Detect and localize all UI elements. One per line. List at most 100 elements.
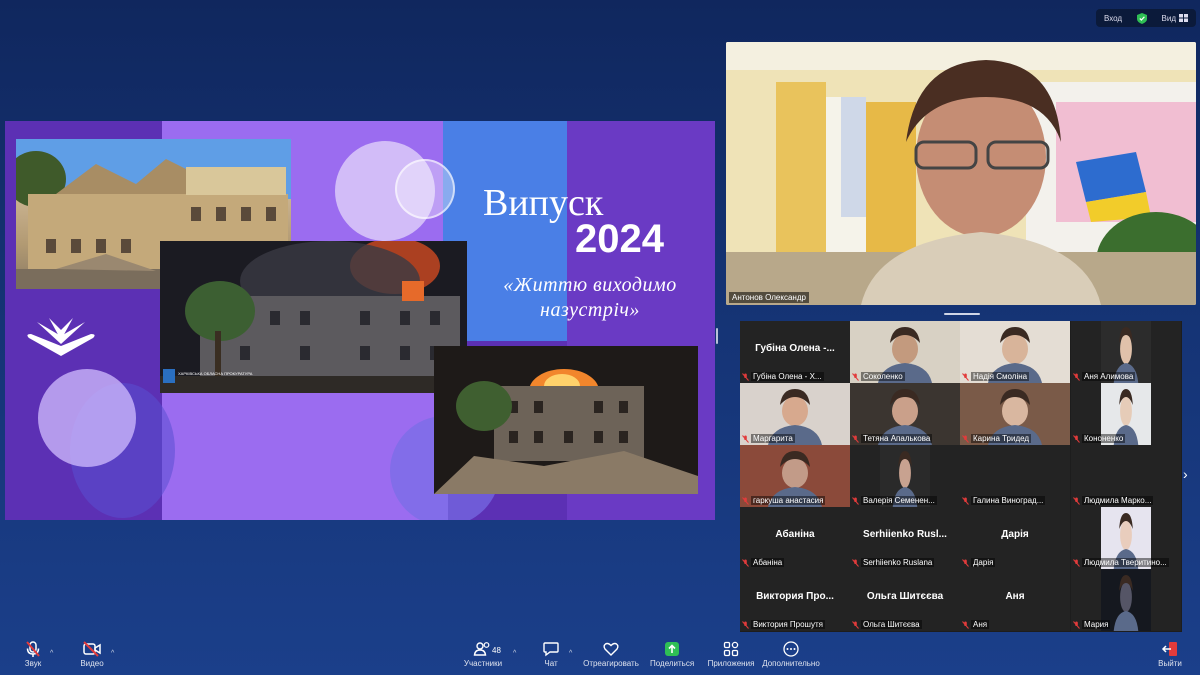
participant-name: Соколенко (861, 372, 905, 381)
participant-name: Людмила Тверитино... (1082, 558, 1169, 567)
participant-name: Аня (971, 620, 990, 629)
participant-tile[interactable]: Людмила Тверитино... (1071, 507, 1181, 569)
chat-button[interactable]: Чат (538, 640, 564, 668)
muted-mic-icon (962, 496, 969, 505)
participant-name-label: Маргарита (742, 434, 795, 443)
participant-tile[interactable]: Карина Тридед (960, 383, 1070, 445)
view-button[interactable]: Вид (1162, 14, 1188, 23)
muted-mic-icon (852, 434, 859, 443)
more-label: Дополнительно (762, 659, 820, 668)
participant-name-label: Людмила Марко... (1073, 496, 1154, 505)
share-label: Поделиться (650, 659, 695, 668)
share-screen-icon (665, 642, 679, 656)
participant-tile[interactable]: Аня Алимова (1071, 321, 1181, 383)
participant-name: Галина Виноград... (971, 496, 1046, 505)
participant-tile[interactable]: Мария (1071, 569, 1181, 631)
participant-display-name: Аня (1005, 591, 1025, 602)
participant-tile[interactable]: гаркуша анастасия (740, 445, 850, 507)
heart-icon (603, 642, 619, 656)
meeting-toolbar: Звук ^ Видео ^ Участники 48 ^ Чат ^ Отре… (0, 640, 1200, 675)
participant-name: Губіна Олена - Х... (751, 372, 824, 381)
prosecutor-caption: ХАРКІВСЬКА ОБЛАСНА ПРОКУРАТУРА (178, 371, 253, 376)
muted-mic-icon (742, 558, 749, 567)
participant-tile[interactable]: Кононенко (1071, 383, 1181, 445)
participant-name-label: Тетяна Апалькова (852, 434, 933, 443)
muted-mic-icon (1073, 558, 1080, 567)
participant-tile[interactable]: Маргарита (740, 383, 850, 445)
participants-label: Участники (463, 659, 503, 668)
participant-name-label: Аня Алимова (1073, 372, 1136, 381)
panel-resize-handle[interactable] (944, 313, 980, 315)
participant-name: Аня Алимова (1082, 372, 1136, 381)
share-button[interactable]: Поделиться (650, 640, 694, 668)
leave-label: Выйти (1158, 659, 1182, 668)
react-button[interactable]: Отреагировать (583, 640, 639, 668)
participant-tile[interactable]: Валерія Семенен... (850, 445, 960, 507)
view-label: Вид (1161, 13, 1176, 23)
chat-label: Чат (544, 659, 558, 668)
split-resize-handle[interactable] (716, 328, 718, 344)
view-controls: Вход Вид (1096, 9, 1196, 27)
muted-mic-icon (962, 434, 969, 443)
audio-button[interactable]: Звук (17, 640, 49, 668)
participant-tile[interactable]: Дарія Дарія (960, 507, 1070, 569)
apps-icon (723, 641, 739, 657)
muted-mic-icon (962, 372, 969, 381)
participant-display-name: Ольга Шитєєва (866, 591, 944, 602)
muted-mic-icon (962, 620, 969, 629)
participant-name: Ольга Шитєєва (861, 620, 922, 629)
muted-mic-icon (1073, 496, 1080, 505)
muted-mic-icon (742, 372, 749, 381)
participant-display-name: Виктория Про... (756, 591, 834, 602)
participant-tile[interactable]: Галина Виноград... (960, 445, 1070, 507)
participant-name: Карина Тридед (971, 434, 1032, 443)
participant-name-label: Абаніна (742, 558, 785, 567)
fire-building-photo (434, 346, 698, 494)
participant-tile[interactable]: Тетяна Апалькова (850, 383, 960, 445)
participant-name: Абаніна (751, 558, 785, 567)
participant-tile[interactable]: Виктория Про... Виктория Прошутя (740, 569, 850, 631)
enter-label[interactable]: Вход (1104, 14, 1122, 23)
gallery-next-page-button[interactable]: › (1183, 466, 1188, 482)
participant-name: Serhiienko Ruslana (861, 558, 935, 567)
active-speaker-video[interactable]: Антонов Олександр (726, 42, 1196, 305)
participant-tile[interactable]: Соколенко (850, 321, 960, 383)
muted-mic-icon (26, 641, 40, 657)
participant-name: Кононенко (1082, 434, 1126, 443)
react-label: Отреагировать (583, 659, 639, 668)
participant-display-name: Губіна Олена -... (755, 343, 835, 354)
more-dots-icon (783, 641, 799, 657)
participants-options-caret-icon[interactable]: ^ (513, 650, 516, 657)
muted-mic-icon (852, 558, 859, 567)
security-shield-icon (1136, 12, 1147, 24)
decor-circle (395, 159, 455, 219)
chat-options-caret-icon[interactable]: ^ (569, 650, 572, 657)
participant-tile[interactable]: Ольга Шитєєва Ольга Шитєєва (850, 569, 960, 631)
participant-name-label: Кононенко (1073, 434, 1126, 443)
participant-name: гаркуша анастасия (751, 496, 826, 505)
participant-name-label: Соколенко (852, 372, 905, 381)
participant-name-label: Дарія (962, 558, 996, 567)
participant-name-label: Мария (1073, 620, 1111, 629)
participant-tile[interactable]: Serhiienko Rusl... Serhiienko Ruslana (850, 507, 960, 569)
apps-label: Приложения (707, 659, 755, 668)
audio-options-caret-icon[interactable]: ^ (50, 650, 53, 657)
leave-button[interactable]: Выйти (1156, 640, 1184, 668)
muted-mic-icon (742, 496, 749, 505)
participant-tile[interactable]: Губіна Олена -... Губіна Олена - Х... (740, 321, 850, 383)
audio-label: Звук (24, 659, 42, 668)
video-options-caret-icon[interactable]: ^ (111, 650, 114, 657)
apps-button[interactable]: Приложения (706, 640, 756, 668)
more-button[interactable]: Дополнительно (762, 640, 820, 668)
participant-name-label: Валерія Семенен... (852, 496, 937, 505)
slide-year: 2024 (575, 217, 664, 261)
participant-name-label: Карина Тридед (962, 434, 1032, 443)
participant-tile[interactable]: Абаніна Абаніна (740, 507, 850, 569)
participant-tile[interactable]: Людмила Марко... (1071, 445, 1181, 507)
participant-name-label: гаркуша анастасия (742, 496, 826, 505)
participant-tile[interactable]: Надія Смоліна (960, 321, 1070, 383)
participant-name-label: Людмила Тверитино... (1073, 558, 1169, 567)
video-button[interactable]: Видео (78, 640, 106, 668)
muted-mic-icon (742, 620, 749, 629)
participant-tile[interactable]: Аня Аня (960, 569, 1070, 631)
